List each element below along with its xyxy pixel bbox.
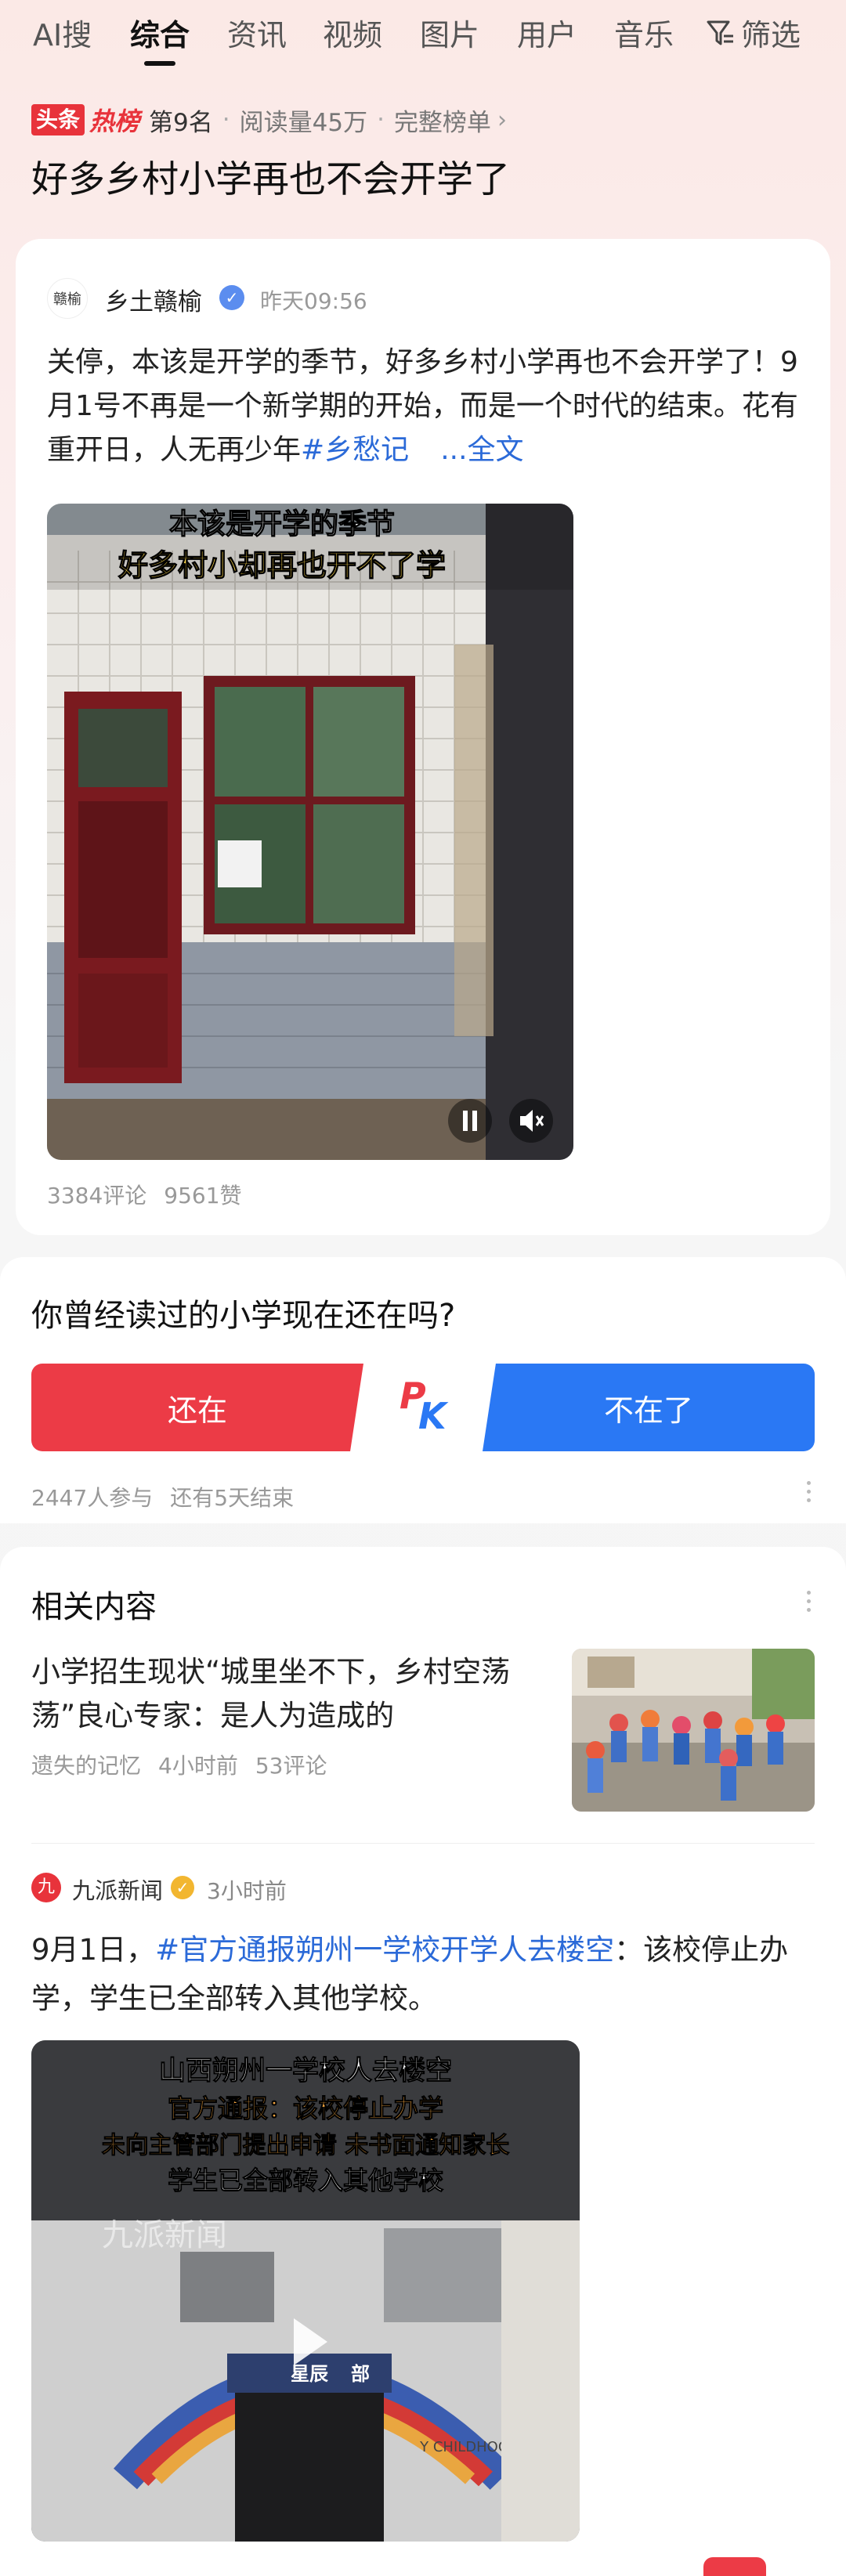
separator: · xyxy=(222,106,230,134)
poll-meta: 2447人参与 还有5天结束 xyxy=(31,1481,311,1512)
tab-ai-search[interactable]: AI搜 xyxy=(33,11,92,54)
post-text[interactable]: 关停，本该是开学的季节，好多乡村小学再也不会开学了！9月1号不再是一个新学期的开… xyxy=(47,341,815,472)
tab-users[interactable]: 用户 xyxy=(517,11,577,54)
full-list-link[interactable]: 完整榜单 xyxy=(394,103,491,138)
poll-card: 你曾经读过的小学现在还在吗? 还在 P K 不在了 2447人参与 还有5天结束 xyxy=(0,1257,846,1523)
rank-position: 第9名 xyxy=(149,108,213,137)
related-article-meta: 遗失的记忆 4小时前 53评论 xyxy=(31,1749,344,1780)
post-card[interactable]: 赣榆 乡土赣榆 ✓ 昨天09:56 关停，本该是开学的季节，好多乡村小学再也不会… xyxy=(16,239,830,1235)
tab-news[interactable]: 资讯 xyxy=(227,11,287,54)
pk-k-letter: K xyxy=(418,1395,446,1437)
vote-yes-button[interactable]: 还在 xyxy=(31,1364,363,1451)
comment-count[interactable]: 3384评论 xyxy=(47,1183,146,1209)
verified-icon: ✓ xyxy=(219,285,244,310)
vote-no-button[interactable]: 不在了 xyxy=(483,1364,815,1451)
article-source[interactable]: 遗失的记忆 xyxy=(31,1753,141,1779)
divider xyxy=(31,1843,815,1844)
source-logo-icon: 九 xyxy=(31,1873,61,1902)
video-frame: 星辰 部 Y CHILDHOOD 山西朔州一学校人去楼空 官方通报：该校停止办学… xyxy=(31,2040,580,2542)
post-video[interactable]: 本该是开学的季节 好多村小却再也开不了学 xyxy=(47,504,573,1160)
avatar[interactable]: 赣榆 xyxy=(47,278,88,319)
read-count: 阅读量45万 xyxy=(239,108,368,137)
hot-list-badge: 热榜 xyxy=(89,107,140,136)
hot-rank-row[interactable]: 头条 热榜 第9名 · 阅读量45万 · 完整榜单 › xyxy=(31,102,507,138)
video-title: 山西朔州一学校人去楼空 xyxy=(159,2055,452,2086)
chevron-right-icon: › xyxy=(497,106,507,134)
more-options-icon[interactable] xyxy=(807,1591,813,1612)
verified-icon: ✓ xyxy=(171,1876,194,1899)
article-time: 4小时前 xyxy=(158,1753,238,1779)
vote-yes-label: 还在 xyxy=(167,1393,227,1428)
video-line-3: 未向主管部门提出申请 未书面通知家长 xyxy=(102,2132,509,2159)
source-name[interactable]: 九派新闻 xyxy=(72,1873,163,1906)
post-body: 关停，本该是开学的季节，好多乡村小学再也不会开学了！9月1号不再是一个新学期的开… xyxy=(47,346,798,466)
tab-video[interactable]: 视频 xyxy=(323,11,382,54)
news-text-prefix: 9月1日， xyxy=(31,1933,156,1967)
video-caption-2: 好多村小却再也开不了学 xyxy=(118,548,446,583)
hashtag-link[interactable]: #官方通报朔州一学校开学人去楼空 xyxy=(155,1933,614,1967)
poll-remaining: 还有5天结束 xyxy=(170,1485,295,1511)
related-section: 相关内容 小学招生现状“城里坐不下，乡村空荡荡”良心专家：是人为造成的 遗失的记… xyxy=(0,1547,846,2576)
watermark: 九派新闻 xyxy=(102,2217,227,2253)
read-more-link[interactable]: ...全文 xyxy=(440,434,523,466)
video-line-4: 学生已全部转入其他学校 xyxy=(168,2166,443,2195)
video-caption-1: 本该是开学的季节 xyxy=(169,508,395,540)
notification-badge xyxy=(703,2557,766,2576)
more-options-icon[interactable] xyxy=(807,1481,813,1502)
poll-question: 你曾经读过的小学现在还在吗? xyxy=(31,1298,456,1334)
pk-icon: P K xyxy=(396,1375,451,1437)
related-article-title[interactable]: 小学招生现状“城里坐不下，乡村空荡荡”良心专家：是人为造成的 xyxy=(31,1650,540,1738)
filter-icon[interactable] xyxy=(705,17,736,49)
post-stats: 3384评论 9561赞 xyxy=(47,1179,259,1210)
tab-music[interactable]: 音乐 xyxy=(614,11,674,54)
avatar-text: 赣榆 xyxy=(53,291,81,308)
search-tabs: AI搜 综合 资讯 视频 图片 用户 音乐 筛选 xyxy=(0,0,846,70)
video-line-2: 官方通报：该校停止办学 xyxy=(168,2094,443,2123)
vote-no-label: 不在了 xyxy=(603,1393,693,1428)
author-name[interactable]: 乡土赣榆 xyxy=(105,282,202,317)
tab-comprehensive[interactable]: 综合 xyxy=(130,11,190,54)
mute-icon[interactable] xyxy=(509,1099,553,1143)
hashtag-link[interactable]: #乡愁记 xyxy=(301,434,409,466)
pause-icon[interactable] xyxy=(448,1099,492,1143)
separator: · xyxy=(377,106,385,134)
section-title: 相关内容 xyxy=(31,1589,157,1625)
news-video[interactable]: 星辰 部 Y CHILDHOOD 山西朔州一学校人去楼空 官方通报：该校停止办学… xyxy=(31,2040,580,2542)
tab-filter[interactable]: 筛选 xyxy=(741,11,801,54)
related-article-thumbnail[interactable] xyxy=(572,1649,815,1812)
source-time: 3小时前 xyxy=(207,1878,287,1904)
toutiao-badge: 头条 xyxy=(31,104,85,135)
thumbnail-image xyxy=(572,1649,815,1812)
poll-participants: 2447人参与 xyxy=(31,1485,154,1511)
tab-images[interactable]: 图片 xyxy=(420,11,479,54)
like-count[interactable]: 9561赞 xyxy=(164,1183,241,1209)
article-comments: 53评论 xyxy=(255,1753,327,1779)
page-title: 好多乡村小学再也不会开学了 xyxy=(31,158,510,201)
active-tab-indicator xyxy=(144,61,175,66)
news-text[interactable]: 9月1日，#官方通报朔州一学校开学人去楼空：该校停止办学，学生已全部转入其他学校… xyxy=(31,1926,815,2023)
building-sign: 星辰 xyxy=(291,2363,328,2385)
post-time: 昨天09:56 xyxy=(260,288,367,314)
building-sign-2: 部 xyxy=(351,2363,370,2385)
video-frame: 本该是开学的季节 好多村小却再也开不了学 xyxy=(47,504,573,1160)
